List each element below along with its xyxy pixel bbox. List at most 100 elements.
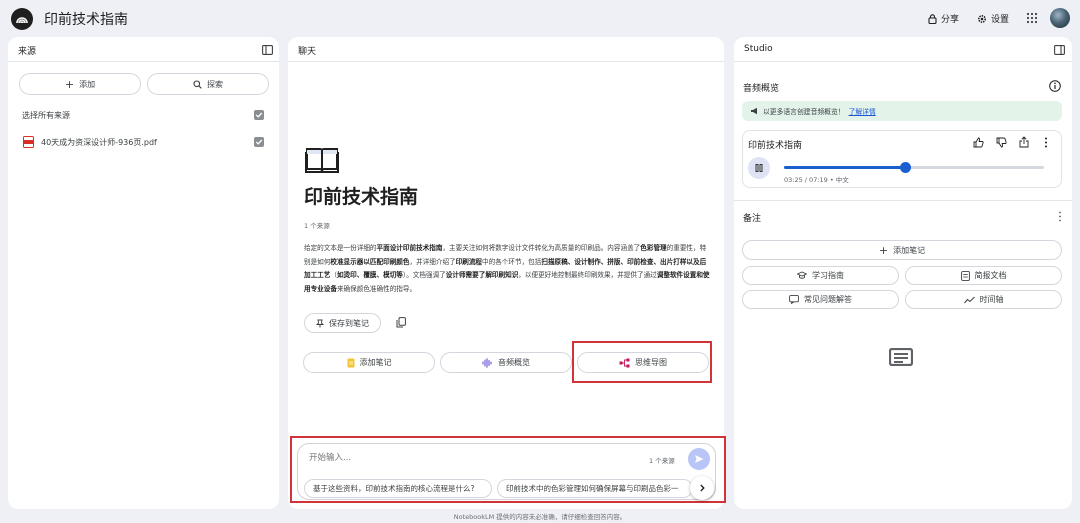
settings-label: 设置 (991, 15, 1010, 25)
pause-button[interactable] (748, 157, 770, 179)
footer-disclaimer: NotebookLM 提供的内容未必准确，请仔细检查回答内容。 (453, 513, 627, 521)
check-icon (255, 139, 263, 145)
collapse-panel-icon[interactable] (262, 45, 273, 55)
check-icon (255, 112, 263, 118)
audio-progress-fill (784, 166, 906, 169)
suggestion-chip[interactable]: 基于这些资料，印前技术指南的核心流程是什么? (304, 479, 492, 498)
panel-divider (734, 61, 1072, 62)
plus-icon: + (64, 77, 75, 91)
source-count: 1 个来源 (304, 222, 330, 230)
briefing-doc-label: 简报文档 (974, 271, 1007, 280)
save-to-note-label: 保存到笔记 (329, 318, 369, 328)
source-checkbox[interactable] (254, 137, 264, 147)
summary-segment: ）。文档强调了 (402, 271, 446, 279)
add-note-action-label: 添加笔记 (359, 358, 392, 367)
audio-overview-action-label: 音频概览 (498, 358, 530, 367)
more-vert-icon[interactable] (1044, 137, 1048, 148)
faq-chat-icon (789, 295, 799, 304)
summary-segment: 校准显示器以匹配印刷颜色 (330, 257, 410, 266)
notebook-title[interactable]: 印前技术指南 (44, 9, 128, 29)
timeline-label: 时间轴 (979, 295, 1004, 304)
summary-segment: ，主要关注如何将数字设计文件转化为高质量的印刷品。内容涵盖了 (442, 244, 641, 252)
send-button[interactable] (688, 448, 710, 470)
pdf-file-icon (23, 136, 34, 148)
explore-sources-button[interactable]: 探索 (147, 73, 269, 95)
summary-segment: ，以便更好地控制最终印刷效果，并提供了通过 (518, 271, 657, 279)
notes-heading: 备注 (743, 214, 762, 224)
study-guide-button[interactable]: 学习指南 (742, 266, 899, 285)
select-all-label: 选择所有来源 (22, 111, 70, 120)
timeline-button[interactable]: 时间轴 (905, 290, 1062, 309)
send-arrow-icon (695, 455, 704, 463)
megaphone-icon (751, 107, 757, 115)
studio-panel-title: Studio (744, 44, 773, 54)
banner-text: 以更多语言创建音频概览！ (763, 108, 845, 116)
document-icon (960, 270, 970, 281)
audio-wave-icon (482, 357, 492, 368)
add-note-label: 添加笔记 (893, 245, 926, 255)
faq-label: 常见问题解答 (804, 295, 852, 304)
source-item-label: 40天成为资深设计师-936页.pdf (41, 138, 157, 147)
next-suggestion-button[interactable] (690, 476, 714, 500)
notebook-heading: 印前技术指南 (304, 186, 419, 208)
faq-button[interactable]: 常见问题解答 (742, 290, 899, 309)
select-all-checkbox[interactable] (254, 110, 264, 120)
thumbs-up-icon[interactable] (973, 137, 984, 148)
top-bar: 印前技术指南 分享 设置 (0, 0, 1080, 36)
share-icon[interactable] (1019, 136, 1029, 148)
audio-title: 印前技术指南 (748, 141, 803, 151)
copy-icon[interactable] (396, 317, 406, 328)
pause-icon (755, 164, 763, 172)
summary-segment: 平面设计印前技术指南 (376, 244, 443, 252)
explore-label: 探索 (207, 79, 223, 89)
panel-divider (8, 61, 279, 62)
pin-icon (316, 319, 324, 327)
audio-overview-action-button[interactable]: 音频概览 (440, 352, 572, 373)
audio-progress-handle[interactable] (899, 162, 911, 173)
study-guide-label: 学习指南 (812, 271, 844, 280)
summary-segment: 来确保颜色准确性的指导。 (336, 284, 417, 293)
add-source-label: 添加 (79, 79, 96, 89)
search-icon (193, 79, 202, 89)
add-note-button[interactable]: + 添加笔记 (742, 240, 1062, 260)
notebooklm-logo-icon[interactable] (11, 8, 33, 30)
gear-icon (977, 14, 987, 23)
sources-panel: 来源 (8, 37, 279, 509)
summary-segment: （ (330, 271, 337, 279)
highlight-box-mindmap (572, 341, 712, 383)
notes-placeholder-icon (889, 348, 913, 366)
apps-grid-icon[interactable] (1026, 12, 1038, 24)
add-source-button[interactable]: + 添加 (19, 73, 141, 95)
panel-divider (288, 61, 724, 62)
save-to-note-button[interactable]: 保存到笔记 (304, 313, 381, 333)
briefing-doc-button[interactable]: 简报文档 (905, 266, 1062, 285)
share-label: 分享 (941, 15, 960, 25)
summary-segment: 设计师需要了解印刷知识 (445, 271, 519, 279)
summary-segment: 印刷流程 (455, 257, 483, 266)
summary-segment: ，并详细介绍了 (409, 257, 456, 266)
learn-more-link[interactable]: 了解详情 (849, 106, 876, 116)
studio-divider (734, 200, 1072, 201)
avatar[interactable] (1050, 8, 1070, 28)
language-banner: 以更多语言创建音频概览！ 了解详情 (742, 101, 1062, 121)
chat-input[interactable] (309, 451, 639, 465)
summary-segment: 中的各个环节，包括 (482, 257, 542, 266)
add-note-action-button[interactable]: 添加笔记 (303, 352, 435, 373)
suggestion-chip[interactable]: 印前技术中的色彩管理如何确保屏幕与印刷品色彩一 (497, 479, 693, 498)
more-vert-icon[interactable] (1058, 211, 1062, 222)
settings-button[interactable]: 设置 (977, 12, 1009, 25)
share-button[interactable]: 分享 (928, 12, 959, 25)
chat-panel-title: 聊天 (298, 47, 317, 57)
chevron-right-icon (700, 484, 705, 492)
plus-icon: + (878, 243, 889, 257)
info-icon[interactable] (1049, 80, 1061, 92)
notebook-summary: 给定的文本是一份详细的平面设计印前技术指南，主要关注如何将数字设计文件转化为高质… (304, 242, 710, 296)
input-source-count: 1 个来源 (649, 457, 675, 465)
thumbs-down-icon[interactable] (996, 137, 1007, 148)
timeline-icon (963, 296, 975, 303)
summary-segment: 如烫印、覆膜、模切等 (336, 271, 403, 279)
collapse-panel-icon[interactable] (1054, 45, 1065, 55)
audio-time: 03:25 / 07:19 • 中文 (784, 176, 849, 184)
sources-panel-title: 来源 (18, 47, 37, 57)
open-book-icon (305, 148, 339, 173)
